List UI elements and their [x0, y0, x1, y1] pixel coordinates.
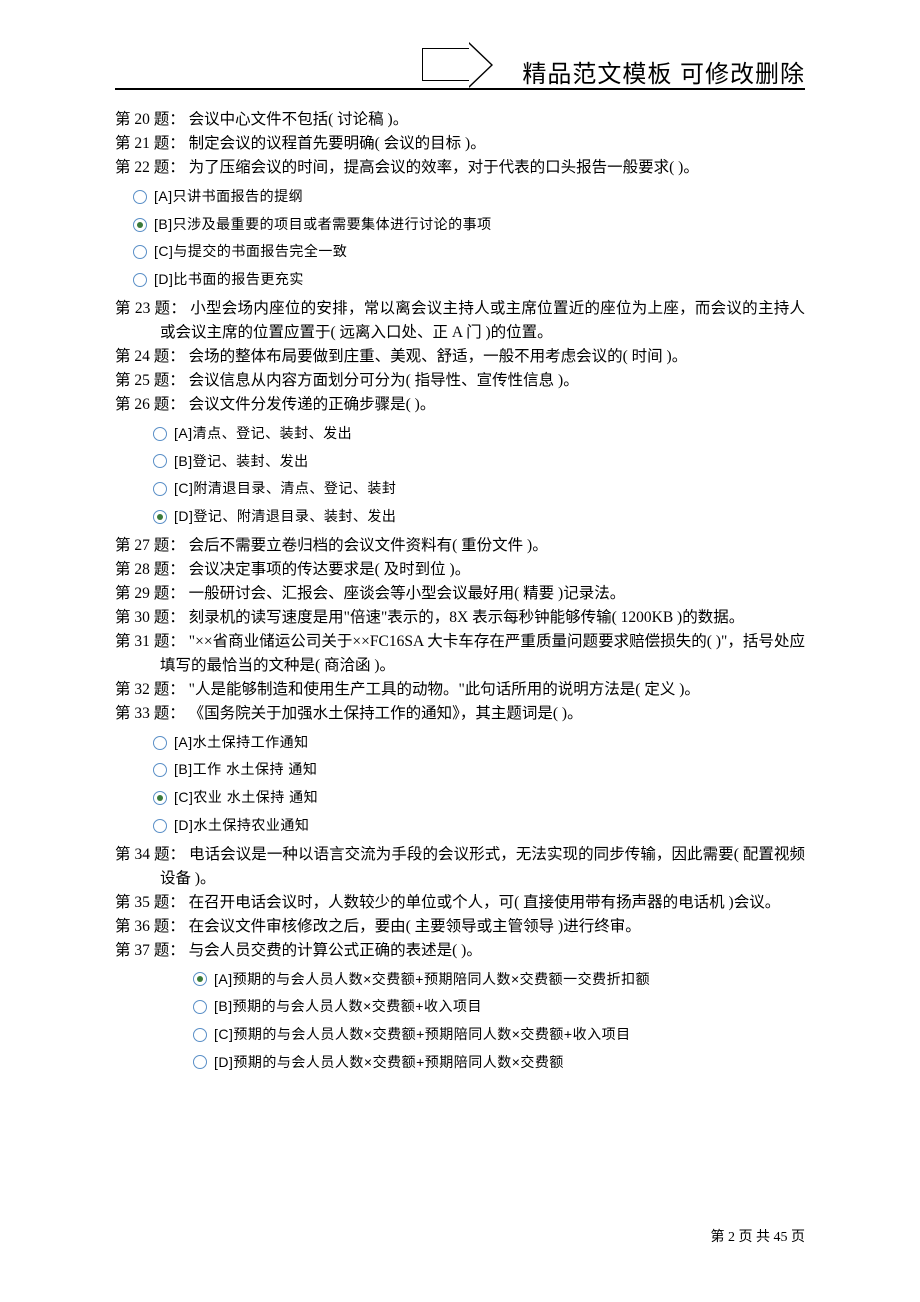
option-label: [B]工作 水土保持 通知 — [174, 759, 317, 781]
question-36: 第 36 题： 在会议文件审核修改之后，要由( 主要领导或主管领导 )进行终审。 — [115, 915, 805, 939]
option-37-c[interactable]: [C]预期的与会人员人数×交费额+预期陪同人数×交费额+收入项目 — [193, 1024, 805, 1046]
option-label: [D]登记、附清退目录、装封、发出 — [174, 506, 396, 528]
question-26-options: [A]清点、登记、装封、发出 [B]登记、装封、发出 [C]附清退目录、清点、登… — [153, 423, 805, 528]
question-22-options: [A]只讲书面报告的提纲 [B]只涉及最重要的项目或者需要集体进行讨论的事项 [… — [133, 186, 805, 291]
question-25: 第 25 题： 会议信息从内容方面划分可分为( 指导性、宣传性信息 )。 — [115, 369, 805, 393]
question-27: 第 27 题： 会后不需要立卷归档的会议文件资料有( 重份文件 )。 — [115, 534, 805, 558]
radio-icon — [133, 245, 147, 259]
question-32: 第 32 题： "人是能够制造和使用生产工具的动物。"此句话所用的说明方法是( … — [115, 678, 805, 702]
option-label: [B]只涉及最重要的项目或者需要集体进行讨论的事项 — [154, 214, 492, 236]
option-33-c[interactable]: [C]农业 水土保持 通知 — [153, 787, 805, 809]
option-26-d[interactable]: [D]登记、附清退目录、装封、发出 — [153, 506, 805, 528]
radio-icon — [153, 482, 167, 496]
question-20: 第 20 题： 会议中心文件不包括( 讨论稿 )。 — [115, 108, 805, 132]
radio-icon — [153, 791, 167, 805]
radio-icon — [193, 1000, 207, 1014]
option-label: [C]与提交的书面报告完全一致 — [154, 241, 347, 263]
option-label: [B]登记、装封、发出 — [174, 451, 309, 473]
option-label: [D]水土保持农业通知 — [174, 815, 309, 837]
option-label: [A]清点、登记、装封、发出 — [174, 423, 352, 445]
question-35: 第 35 题： 在召开电话会议时，人数较少的单位或个人，可( 直接使用带有扬声器… — [115, 891, 805, 915]
option-22-c[interactable]: [C]与提交的书面报告完全一致 — [133, 241, 805, 263]
option-37-a[interactable]: [A]预期的与会人员人数×交费额+预期陪同人数×交费额一交费折扣额 — [193, 969, 805, 991]
option-label: [A]水土保持工作通知 — [174, 732, 309, 754]
option-label: [C]附清退目录、清点、登记、装封 — [174, 478, 396, 500]
option-22-a[interactable]: [A]只讲书面报告的提纲 — [133, 186, 805, 208]
question-28: 第 28 题： 会议决定事项的传达要求是( 及时到位 )。 — [115, 558, 805, 582]
option-26-a[interactable]: [A]清点、登记、装封、发出 — [153, 423, 805, 445]
radio-icon — [193, 1055, 207, 1069]
content-body: 第 20 题： 会议中心文件不包括( 讨论稿 )。 第 21 题： 制定会议的议… — [0, 90, 920, 1073]
option-label: [A]预期的与会人员人数×交费额+预期陪同人数×交费额一交费折扣额 — [214, 969, 650, 991]
question-30: 第 30 题： 刻录机的读写速度是用"倍速"表示的，8X 表示每秒钟能够传输( … — [115, 606, 805, 630]
option-33-a[interactable]: [A]水土保持工作通知 — [153, 732, 805, 754]
radio-icon — [153, 427, 167, 441]
arrow-icon — [422, 48, 492, 82]
header-title: 精品范文模板 可修改删除 — [522, 54, 805, 89]
option-37-b[interactable]: [B]预期的与会人员人数×交费额+收入项目 — [193, 996, 805, 1018]
radio-icon — [153, 763, 167, 777]
question-24: 第 24 题： 会场的整体布局要做到庄重、美观、舒适，一般不用考虑会议的( 时间… — [115, 345, 805, 369]
page-footer: 第 2 页 共 45 页 — [711, 1226, 806, 1246]
option-33-b[interactable]: [B]工作 水土保持 通知 — [153, 759, 805, 781]
question-33: 第 33 题： 《国务院关于加强水土保持工作的通知》，其主题词是( )。 — [115, 702, 805, 726]
question-31: 第 31 题： "××省商业储运公司关于××FC16SA 大卡车存在严重质量问题… — [115, 630, 805, 678]
radio-icon — [153, 819, 167, 833]
question-37: 第 37 题： 与会人员交费的计算公式正确的表述是( )。 — [115, 939, 805, 963]
radio-icon — [133, 218, 147, 232]
question-33-options: [A]水土保持工作通知 [B]工作 水土保持 通知 [C]农业 水土保持 通知 … — [153, 732, 805, 837]
option-label: [B]预期的与会人员人数×交费额+收入项目 — [214, 996, 482, 1018]
radio-icon — [133, 273, 147, 287]
option-label: [D]比书面的报告更充实 — [154, 269, 304, 291]
radio-icon — [193, 1028, 207, 1042]
radio-icon — [153, 510, 167, 524]
option-label: [A]只讲书面报告的提纲 — [154, 186, 303, 208]
radio-icon — [153, 736, 167, 750]
question-37-options: [A]预期的与会人员人数×交费额+预期陪同人数×交费额一交费折扣额 [B]预期的… — [193, 969, 805, 1074]
option-26-c[interactable]: [C]附清退目录、清点、登记、装封 — [153, 478, 805, 500]
option-label: [C]农业 水土保持 通知 — [174, 787, 318, 809]
option-22-d[interactable]: [D]比书面的报告更充实 — [133, 269, 805, 291]
option-26-b[interactable]: [B]登记、装封、发出 — [153, 451, 805, 473]
question-26: 第 26 题： 会议文件分发传递的正确步骤是( )。 — [115, 393, 805, 417]
question-29: 第 29 题： 一般研讨会、汇报会、座谈会等小型会议最好用( 精要 )记录法。 — [115, 582, 805, 606]
option-label: [D]预期的与会人员人数×交费额+预期陪同人数×交费额 — [214, 1052, 564, 1074]
radio-icon — [153, 454, 167, 468]
radio-icon — [133, 190, 147, 204]
question-22: 第 22 题： 为了压缩会议的时间，提高会议的效率，对于代表的口头报告一般要求(… — [115, 156, 805, 180]
option-label: [C]预期的与会人员人数×交费额+预期陪同人数×交费额+收入项目 — [214, 1024, 631, 1046]
question-21: 第 21 题： 制定会议的议程首先要明确( 会议的目标 )。 — [115, 132, 805, 156]
question-23: 第 23 题： 小型会场内座位的安排，常以离会议主持人或主席位置近的座位为上座，… — [115, 297, 805, 345]
option-22-b[interactable]: [B]只涉及最重要的项目或者需要集体进行讨论的事项 — [133, 214, 805, 236]
question-34: 第 34 题： 电话会议是一种以语言交流为手段的会议形式，无法实现的同步传输，因… — [115, 843, 805, 891]
radio-icon — [193, 972, 207, 986]
page-header: 精品范文模板 可修改删除 — [115, 0, 805, 90]
option-33-d[interactable]: [D]水土保持农业通知 — [153, 815, 805, 837]
option-37-d[interactable]: [D]预期的与会人员人数×交费额+预期陪同人数×交费额 — [193, 1052, 805, 1074]
